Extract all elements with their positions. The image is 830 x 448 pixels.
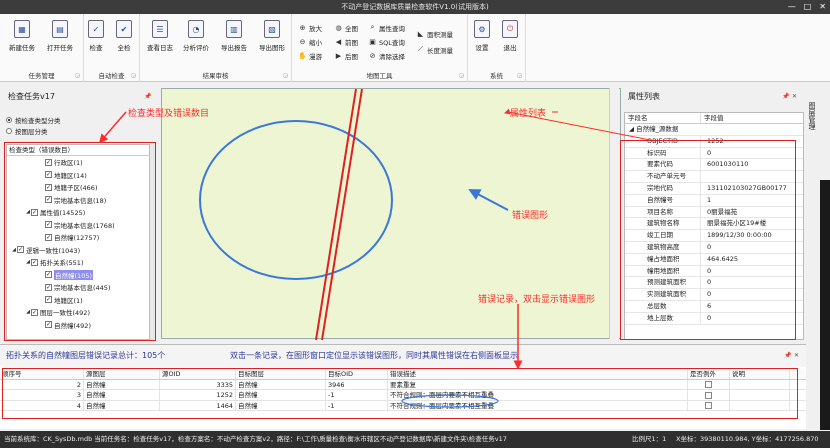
- arrow: [507, 111, 651, 141]
- arrow: [99, 111, 127, 144]
- status-scale: 比例尺1：1: [632, 435, 667, 443]
- arrow: [468, 189, 509, 211]
- status-bar: 当前系统库：CK_SysDb.mdb 当前任务名：检查任务v17，检查方案名：不…: [0, 431, 830, 448]
- arrow: [504, 108, 511, 115]
- right-edge-strip: [820, 180, 830, 430]
- status-text: 当前系统库：CK_SysDb.mdb 当前任务名：检查任务v17，检查方案名：不…: [4, 435, 507, 443]
- record-highlight-ellipse: [401, 394, 499, 408]
- annotation-arrows: [99, 108, 651, 408]
- status-coords: X坐标：39380110.984, Y坐标：4177256.870: [676, 435, 819, 443]
